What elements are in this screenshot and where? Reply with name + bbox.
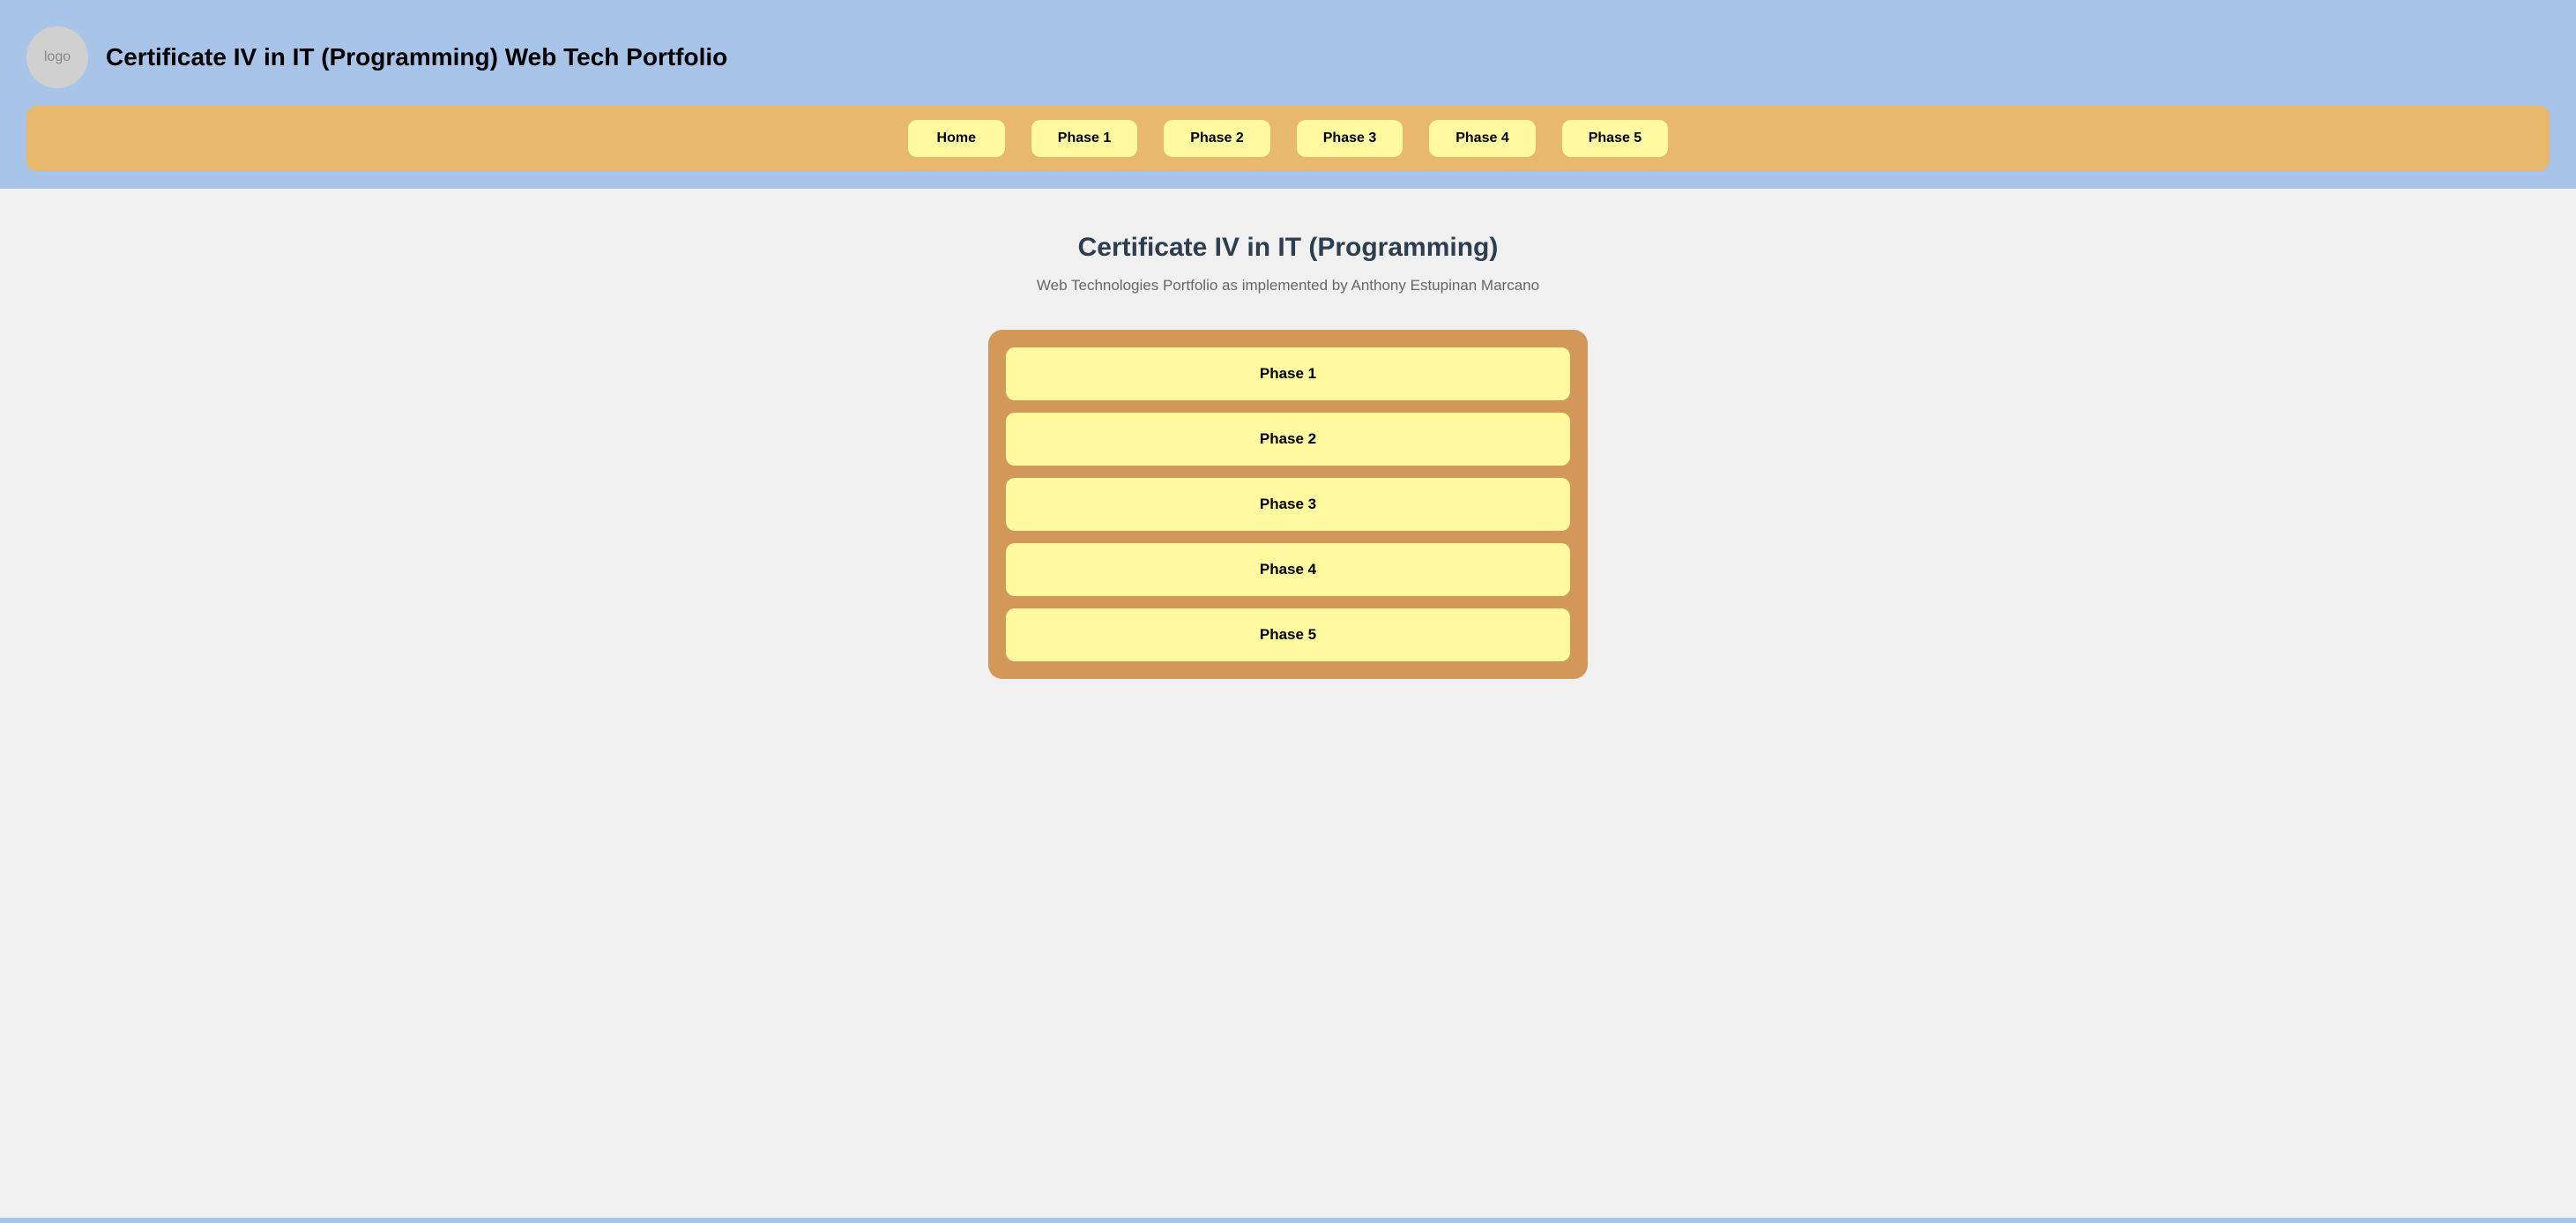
page-subtitle: Web Technologies Portfolio as implemente…	[1037, 277, 1539, 295]
header-title: Certificate IV in IT (Programming) Web T…	[106, 43, 727, 71]
nav-phase5-button[interactable]: Phase 5	[1562, 120, 1668, 157]
nav-phase3-button[interactable]: Phase 3	[1297, 120, 1403, 157]
phase2-button[interactable]: Phase 2	[1006, 413, 1570, 466]
logo-text: logo	[44, 49, 71, 65]
bottom-border-line	[0, 1218, 2576, 1223]
phase4-button[interactable]: Phase 4	[1006, 543, 1570, 596]
nav-phase2-button[interactable]: Phase 2	[1164, 120, 1269, 157]
header-top: logo Certificate IV in IT (Programming) …	[26, 26, 2550, 88]
nav-home-button[interactable]: Home	[908, 120, 1005, 157]
phase-container: Phase 1 Phase 2 Phase 3 Phase 4 Phase 5	[988, 330, 1588, 679]
nav-phase1-button[interactable]: Phase 1	[1031, 120, 1137, 157]
nav-phase4-button[interactable]: Phase 4	[1429, 120, 1535, 157]
phase1-button[interactable]: Phase 1	[1006, 347, 1570, 400]
nav-bar: Home Phase 1 Phase 2 Phase 3 Phase 4 Pha…	[26, 106, 2550, 171]
phase5-button[interactable]: Phase 5	[1006, 608, 1570, 661]
phase3-button[interactable]: Phase 3	[1006, 478, 1570, 531]
main-content: Certificate IV in IT (Programming) Web T…	[0, 189, 2576, 723]
logo: logo	[26, 26, 88, 88]
header: logo Certificate IV in IT (Programming) …	[0, 0, 2576, 189]
page-title: Certificate IV in IT (Programming)	[1078, 233, 1499, 263]
